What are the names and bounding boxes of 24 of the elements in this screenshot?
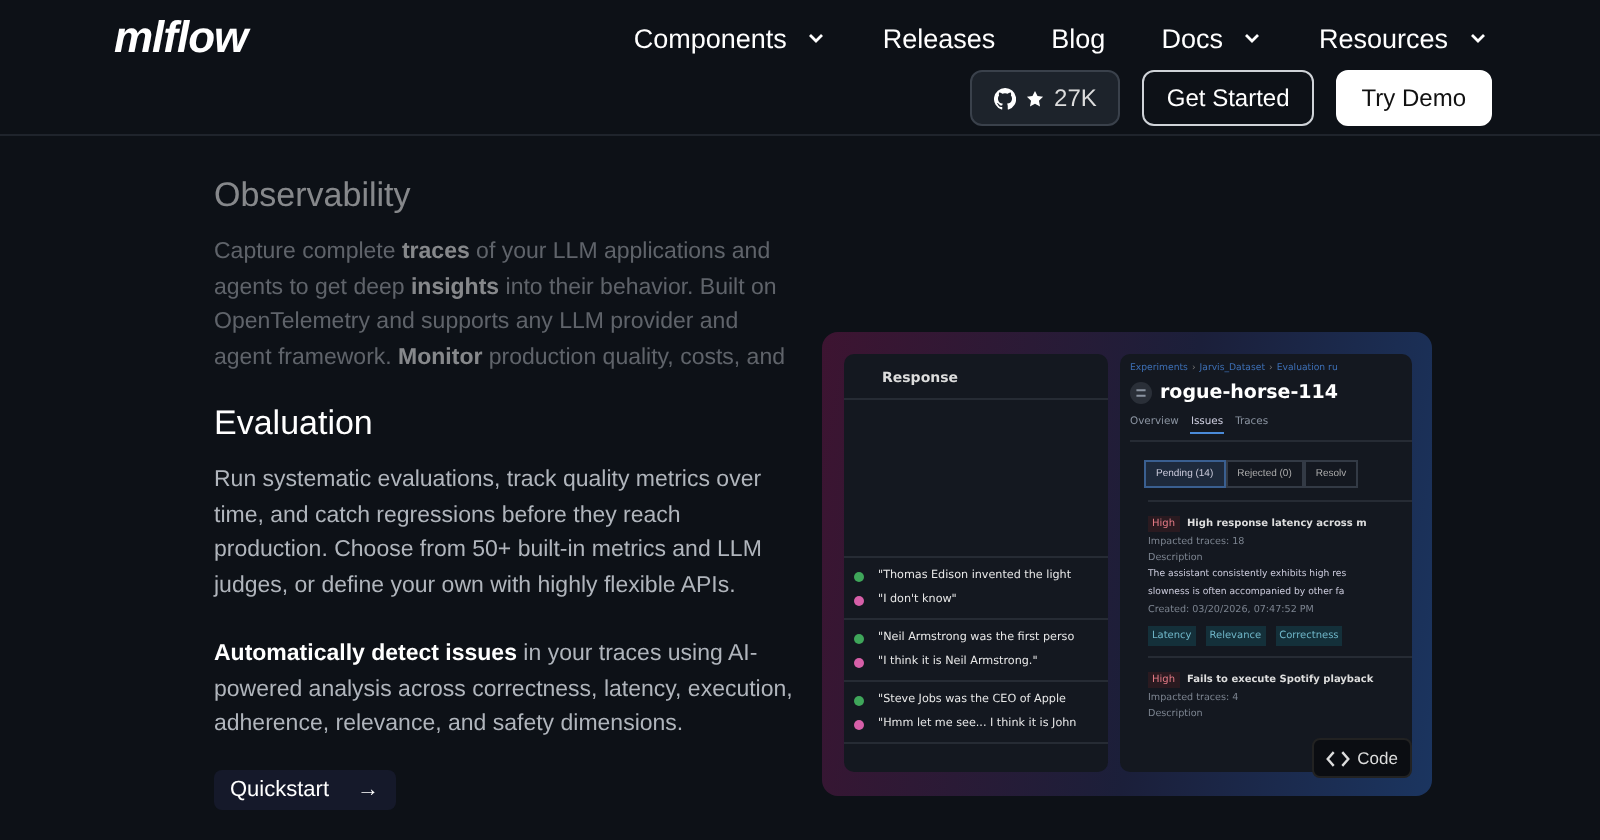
- section-heading: Observability: [214, 176, 413, 216]
- run-icon: [1130, 382, 1152, 404]
- run-title: rogue-horse-114: [1160, 382, 1339, 404]
- section-heading: Evaluation: [214, 404, 375, 444]
- github-icon: [994, 87, 1017, 109]
- nav-link[interactable]: Components: [633, 23, 827, 53]
- logo[interactable]: mlflow: [114, 12, 248, 64]
- nav-link[interactable]: Releases: [882, 23, 996, 53]
- nav-link[interactable]: Resources: [1318, 23, 1488, 53]
- section-paragraph: Automatically detect issues in your traces using AI-powered analysis across correctness, latency, execution, adherence, relevance, and safety dimensions.: [214, 640, 794, 740]
- get-started-button[interactable]: Get Started: [1142, 70, 1314, 126]
- chevron-down-icon: [806, 28, 827, 48]
- section-paragraph: Run systematic evaluations, track quality metrics over time, and catch regressions before they reach production. Choose from 50+ built-in metrics and LLM judges, or define your own with highly flexible APIs.: [214, 466, 764, 601]
- quickstart-button[interactable]: Quickstart →: [214, 769, 396, 809]
- code-button[interactable]: Code: [1311, 738, 1412, 778]
- chevron-down-icon: [1242, 28, 1263, 48]
- star-icon: [1026, 89, 1045, 107]
- chevron-down-icon: [1468, 28, 1488, 48]
- github-stars-button[interactable]: 27K: [970, 70, 1121, 126]
- nav-link[interactable]: Blog: [1051, 23, 1106, 53]
- section-paragraph: Capture complete traces of your LLM applications and agents to get deep insights into their behavior. Built on OpenTelemetry and supports any LLM provider and agent framework. Monitor production quality, costs, and: [214, 238, 787, 373]
- nav-link[interactable]: Docs: [1161, 23, 1263, 53]
- try-demo-button[interactable]: Try Demo: [1335, 70, 1492, 126]
- code-icon: [1325, 749, 1350, 767]
